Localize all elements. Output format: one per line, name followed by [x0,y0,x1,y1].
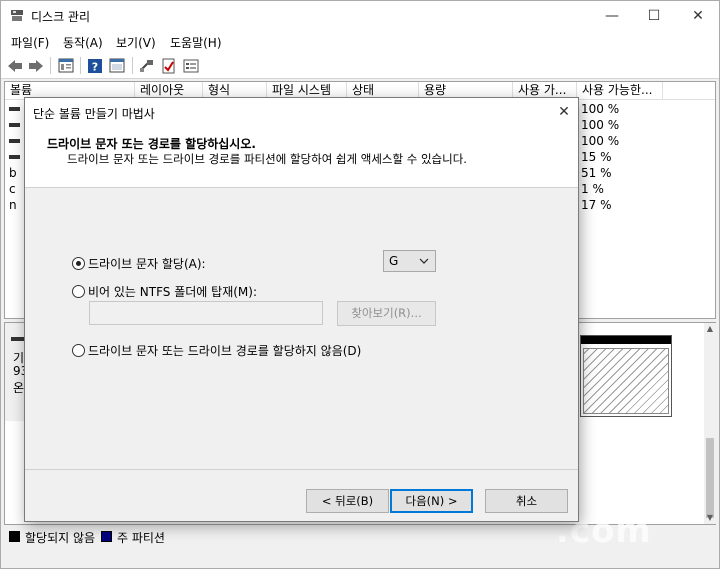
drive-letter-dropdown[interactable]: G [383,250,436,272]
menu-action[interactable]: 동작(A) [63,34,103,51]
dialog-close-button[interactable]: ✕ [553,101,575,123]
check-icon[interactable] [159,56,179,75]
toolbar-separator [80,57,81,74]
menu-help[interactable]: 도움말(H) [170,34,222,51]
folder-path-input[interactable] [89,301,323,325]
maximize-button[interactable]: ☐ [631,1,677,31]
disk-management-icon [11,10,23,21]
properties-icon[interactable] [107,56,127,75]
volume-percent-free: 100 % [581,134,620,148]
chevron-down-icon [419,251,429,279]
no-assign-label: 드라이브 문자 또는 드라이브 경로를 할당하지 않음(D) [88,344,362,358]
volume-percent-free: 17 % [581,198,612,212]
mount-folder-option[interactable]: 비어 있는 NTFS 폴더에 탑재(M): [72,283,257,300]
dialog-titlebar: 단순 볼륨 만들기 마법사 ✕ [25,98,578,126]
svg-text:?: ? [92,60,98,73]
back-icon[interactable] [5,56,25,75]
assign-letter-label: 드라이브 문자 할당(A): [88,257,206,271]
primary-partition-swatch [101,531,112,542]
window-titlebar: 디스크 관리 — ☐ ✕ [1,1,719,31]
legend-unallocated: 할당되지 않음 [25,531,96,545]
toolbar: ? [1,53,719,79]
scrollbar-thumb[interactable] [706,438,714,518]
browse-button[interactable]: 찾아보기(R)... [337,301,436,326]
volume-icon [9,155,20,159]
legend-primary-partition: 주 파티션 [117,531,165,545]
volume-name: b [9,166,17,180]
volume-icon [9,107,20,111]
mount-folder-label: 비어 있는 NTFS 폴더에 탑재(M): [88,285,257,299]
list-view-icon[interactable] [56,56,76,75]
dialog-subheading: 드라이브 문자 또는 드라이브 경로를 파티션에 할당하여 쉽게 액세스할 수 … [67,152,467,166]
next-button[interactable]: 다음(N) > [390,489,473,513]
back-button[interactable]: < 뒤로(B) [306,489,389,513]
scroll-up-icon[interactable]: ▲ [704,323,716,335]
dialog-title: 단순 볼륨 만들기 마법사 [33,107,155,121]
unallocated-partition[interactable] [580,335,672,417]
volume-icon [9,139,20,143]
volume-icon [9,123,20,127]
connect-icon[interactable] [137,56,157,75]
menu-file[interactable]: 파일(F) [11,34,49,51]
volume-percent-free: 100 % [581,102,620,116]
cancel-button[interactable]: 취소 [485,489,568,513]
dialog-header: 드라이브 문자 또는 경로를 할당하십시오. 드라이브 문자 또는 드라이브 경… [25,126,578,188]
volume-percent-free: 51 % [581,166,612,180]
help-icon[interactable]: ? [85,56,105,75]
window-title: 디스크 관리 [31,10,91,24]
volume-percent-free: 15 % [581,150,612,164]
no-assign-option[interactable]: 드라이브 문자 또는 드라이브 경로를 할당하지 않음(D) [72,342,361,359]
toolbar-separator [132,57,133,74]
column-percent-free[interactable]: 사용 가능한... [577,82,663,100]
mount-folder-radio[interactable] [72,285,85,298]
disk-status: 온 [13,381,25,395]
new-simple-volume-wizard: 단순 볼륨 만들기 마법사 ✕ 드라이브 문자 또는 경로를 할당하십시오. 드… [24,97,579,522]
settings-icon[interactable] [181,56,201,75]
scroll-down-icon[interactable]: ▼ [704,512,716,524]
close-button[interactable]: ✕ [675,1,720,31]
disk-panel-scrollbar[interactable]: ▲ ▼ [704,323,716,524]
toolbar-separator [50,57,51,74]
dialog-heading: 드라이브 문자 또는 경로를 할당하십시오. [47,137,256,151]
minimize-button[interactable]: — [589,1,635,31]
dialog-divider [25,469,578,470]
drive-letter-value: G [389,254,399,268]
no-assign-radio[interactable] [72,344,85,357]
volume-percent-free: 100 % [581,118,620,132]
menu-bar: 파일(F) 동작(A) 보기(V) 도움말(H) [1,31,719,53]
assign-letter-option[interactable]: 드라이브 문자 할당(A): [72,255,206,272]
partition-hatch [583,348,669,414]
forward-icon[interactable] [26,56,46,75]
disk-icon [11,337,25,341]
unallocated-swatch [9,531,20,542]
volume-percent-free: 1 % [581,182,604,196]
volume-name: n [9,198,17,212]
assign-letter-radio[interactable] [72,257,85,270]
partition-header-bar [581,336,671,344]
menu-view[interactable]: 보기(V) [116,34,156,51]
volume-name: c [9,182,16,196]
